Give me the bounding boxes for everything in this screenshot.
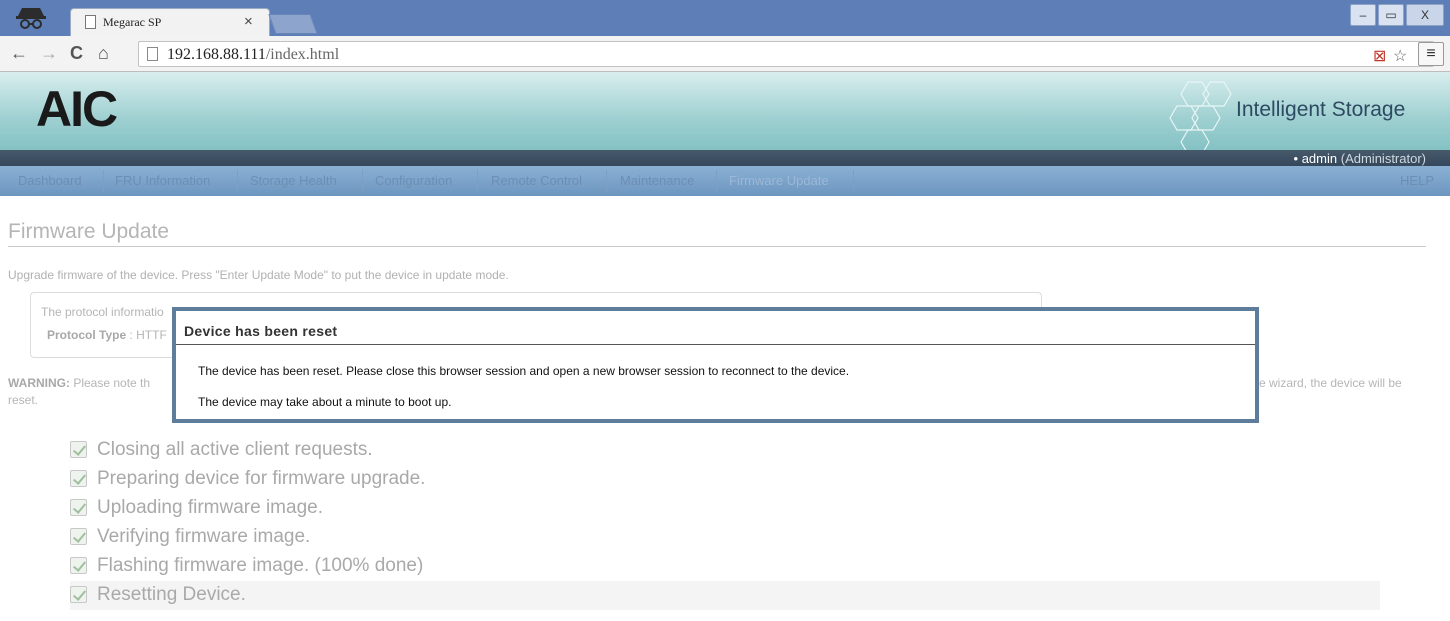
list-item: Flashing firmware image. (100% done) <box>70 552 1380 581</box>
nav-maintenance[interactable]: Maintenance <box>620 173 694 188</box>
nav-divider <box>606 170 607 192</box>
nav-dashboard[interactable]: Dashboard <box>18 173 82 188</box>
user-role: (Administrator) <box>1340 151 1426 166</box>
nav-remote-control[interactable]: Remote Control <box>491 173 582 188</box>
list-item: Uploading firmware image. <box>70 494 1380 523</box>
step-label: Verifying firmware image. <box>97 526 311 547</box>
browser-toolbar: ← → C ⌂ 192.168.88.111/index.html ⊠ ☆ ≡ <box>0 36 1450 72</box>
nav-firmware-update[interactable]: Firmware Update <box>729 173 829 188</box>
reload-button[interactable]: C <box>70 43 83 64</box>
nav-divider <box>853 170 854 192</box>
app-header: AIC Intelligent Storage <box>0 72 1450 156</box>
close-window-button[interactable]: X <box>1406 4 1444 26</box>
blocked-popup-icon[interactable]: ⊠ <box>1373 46 1386 66</box>
user-info[interactable]: • admin (Administrator) <box>1294 151 1426 166</box>
page-icon <box>85 15 96 29</box>
page-title: Firmware Update <box>8 220 170 243</box>
list-item: Preparing device for firmware upgrade. <box>70 465 1380 494</box>
nav-divider <box>716 170 717 192</box>
main-nav: Dashboard FRU Information Storage Health… <box>0 166 1450 196</box>
nav-storage-health[interactable]: Storage Health <box>250 173 337 188</box>
maximize-button[interactable]: ▭ <box>1378 4 1404 26</box>
step-label: Resetting Device. <box>97 584 246 605</box>
back-button[interactable]: ← <box>10 43 28 64</box>
user-bullet: • <box>1293 151 1299 166</box>
nav-help[interactable]: HELP <box>1400 173 1434 188</box>
warning-line-2: reset. <box>8 393 39 407</box>
protocol-type-row: Protocol Type : HTTF <box>47 328 167 342</box>
browser-titlebar: Megarac SP × – ▭ X <box>0 0 1450 36</box>
warning-text: WARNING: Please note th <box>8 376 150 390</box>
checkbox-checked-icon <box>70 586 87 603</box>
aic-logo: AIC <box>36 81 118 137</box>
dialog-message: The device has been reset. Please close … <box>198 364 850 378</box>
checkbox-checked-icon <box>70 499 87 516</box>
address-bar[interactable]: 192.168.88.111/index.html ⊠ ☆ <box>138 41 1434 67</box>
protocol-type-label: Protocol Type <box>47 328 127 342</box>
warning-label: WARNING: <box>8 376 70 390</box>
protocol-info-text: The protocol informatio <box>41 305 164 319</box>
checkbox-checked-icon <box>70 557 87 574</box>
incognito-icon <box>16 8 46 29</box>
protocol-type-value: : HTTF <box>126 328 167 342</box>
user-name: admin <box>1301 151 1338 166</box>
url-host: 192.168.88.111 <box>167 46 266 63</box>
page-description: Upgrade firmware of the device. Press "E… <box>8 268 509 282</box>
new-tab-button[interactable] <box>268 14 318 34</box>
browser-tab[interactable]: Megarac SP × <box>70 8 270 36</box>
title-divider <box>8 246 1426 247</box>
checkbox-checked-icon <box>70 470 87 487</box>
nav-divider <box>477 170 478 192</box>
step-label: Preparing device for firmware upgrade. <box>97 468 426 489</box>
dialog-boot-note: The device may take about a minute to bo… <box>198 395 452 409</box>
nav-divider <box>362 170 363 192</box>
dialog-divider <box>176 344 1255 345</box>
nav-divider <box>237 170 238 192</box>
step-label: Uploading firmware image. <box>97 497 323 518</box>
list-item: Closing all active client requests. <box>70 436 1380 465</box>
brand-tagline: Intelligent Storage <box>1236 98 1406 121</box>
checkbox-checked-icon <box>70 441 87 458</box>
bookmark-star-icon[interactable]: ☆ <box>1393 46 1407 66</box>
list-item: Resetting Device. <box>70 581 1380 610</box>
step-label: Closing all active client requests. <box>97 439 373 460</box>
step-label: Flashing firmware image. (100% done) <box>97 555 424 576</box>
nav-divider <box>103 170 104 192</box>
forward-button[interactable]: → <box>40 43 58 64</box>
url-path: /index.html <box>265 46 340 63</box>
nav-configuration[interactable]: Configuration <box>375 173 452 188</box>
update-steps-list: Closing all active client requests. Prep… <box>70 436 1380 610</box>
nav-fru-information[interactable]: FRU Information <box>115 173 210 188</box>
home-button[interactable]: ⌂ <box>98 43 109 64</box>
page-info-icon[interactable] <box>147 47 158 61</box>
warning-body: Please note th <box>70 376 151 390</box>
user-bar: • admin (Administrator) <box>0 150 1450 166</box>
url-text: 192.168.88.111/index.html <box>167 46 339 64</box>
dialog-title: Device has been reset <box>184 323 338 339</box>
tab-close-icon[interactable]: × <box>244 13 253 30</box>
warning-tail: e wizard, the device will be <box>1259 376 1402 390</box>
tab-title: Megarac SP <box>103 15 162 29</box>
browser-menu-button[interactable]: ≡ <box>1418 42 1444 66</box>
checkbox-checked-icon <box>70 528 87 545</box>
device-reset-dialog: Device has been reset The device has bee… <box>172 307 1259 423</box>
minimize-button[interactable]: – <box>1350 4 1376 26</box>
list-item: Verifying firmware image. <box>70 523 1380 552</box>
